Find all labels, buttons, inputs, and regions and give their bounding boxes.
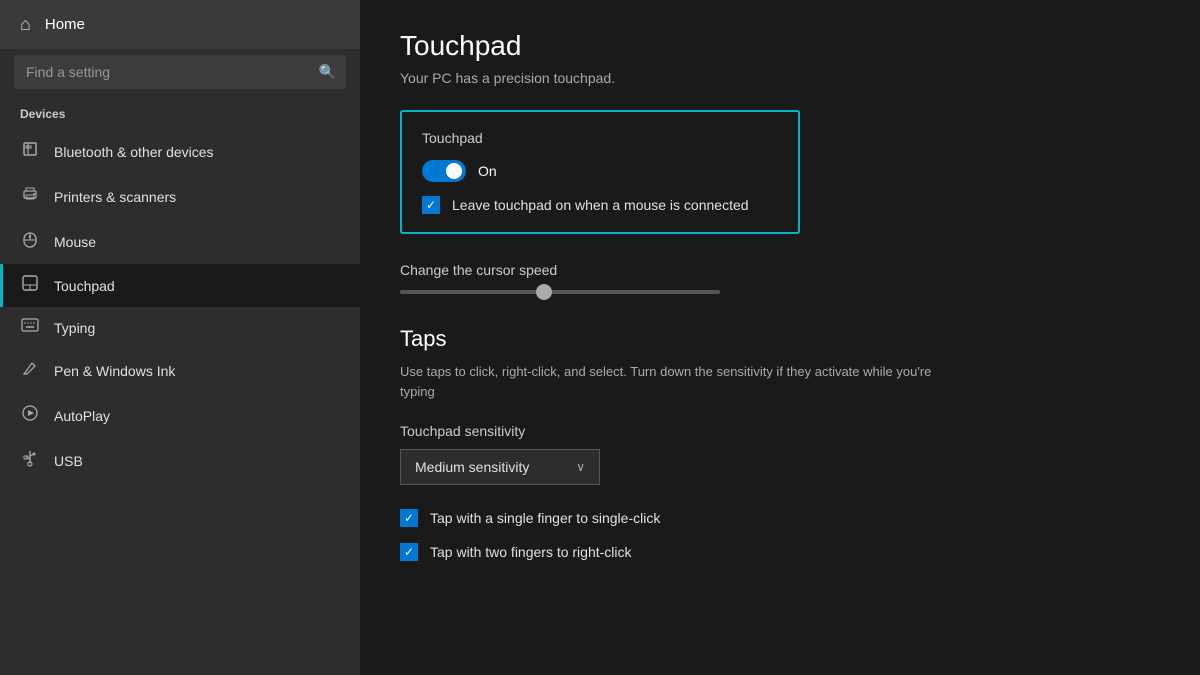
sidebar-item-touchpad-label: Touchpad	[54, 278, 115, 294]
pen-icon	[20, 359, 40, 382]
toggle-label: On	[478, 163, 497, 179]
mouse-icon	[20, 230, 40, 253]
sidebar-item-printers[interactable]: Printers & scanners	[0, 174, 360, 219]
sidebar-item-touchpad[interactable]: Touchpad	[0, 264, 360, 307]
sidebar-item-mouse-label: Mouse	[54, 234, 96, 250]
search-icon: 🔍	[319, 64, 336, 81]
sidebar-item-typing-label: Typing	[54, 320, 95, 336]
sidebar-item-mouse[interactable]: Mouse	[0, 219, 360, 264]
sidebar-item-autoplay-label: AutoPlay	[54, 408, 110, 424]
sidebar-home-label: Home	[45, 16, 85, 33]
tap-single-label: Tap with a single finger to single-click	[430, 510, 660, 526]
typing-icon	[20, 318, 40, 337]
tap-single-row: ✓ Tap with a single finger to single-cli…	[400, 509, 1160, 527]
sidebar-item-pen[interactable]: Pen & Windows Ink	[0, 348, 360, 393]
search-input[interactable]	[14, 55, 346, 89]
touchpad-icon	[20, 275, 40, 296]
touchpad-checkbox-label: Leave touchpad on when a mouse is connec…	[452, 197, 749, 213]
touchpad-card: Touchpad On ✓ Leave touchpad on when a m…	[400, 110, 800, 234]
touchpad-toggle[interactable]	[422, 160, 466, 182]
tap-checkboxes: ✓ Tap with a single finger to single-cli…	[400, 509, 1160, 561]
sidebar-item-bluetooth[interactable]: Bluetooth & other devices	[0, 129, 360, 174]
sidebar-item-usb[interactable]: USB	[0, 438, 360, 483]
usb-icon	[20, 449, 40, 472]
cursor-speed-section: Change the cursor speed	[400, 262, 720, 294]
sidebar-item-usb-label: USB	[54, 453, 83, 469]
touchpad-checkbox-row: ✓ Leave touchpad on when a mouse is conn…	[422, 196, 778, 214]
touchpad-card-title: Touchpad	[422, 130, 778, 146]
dropdown-arrow-icon: ∨	[576, 460, 585, 474]
cursor-speed-slider[interactable]	[400, 290, 720, 294]
tap-single-checkbox[interactable]: ✓	[400, 509, 418, 527]
sidebar: ⌂ Home 🔍 Devices Bluetooth & other devic…	[0, 0, 360, 675]
toggle-row: On	[422, 160, 778, 182]
tap-two-finger-checkbox[interactable]: ✓	[400, 543, 418, 561]
sensitivity-label: Touchpad sensitivity	[400, 423, 1160, 439]
sidebar-item-typing[interactable]: Typing	[0, 307, 360, 348]
slider-fill	[400, 290, 544, 294]
sidebar-item-printers-label: Printers & scanners	[54, 189, 176, 205]
sidebar-item-pen-label: Pen & Windows Ink	[54, 363, 175, 379]
autoplay-icon	[20, 404, 40, 427]
printer-icon	[20, 185, 40, 208]
page-title: Touchpad	[400, 30, 1160, 62]
home-icon: ⌂	[20, 14, 31, 35]
taps-section: Taps Use taps to click, right-click, and…	[400, 326, 1160, 561]
checkmark-icon: ✓	[426, 199, 436, 211]
sensitivity-dropdown[interactable]: Medium sensitivity ∨	[400, 449, 600, 485]
sidebar-section-title: Devices	[0, 103, 360, 129]
taps-title: Taps	[400, 326, 1160, 352]
cursor-speed-label: Change the cursor speed	[400, 262, 720, 278]
taps-description: Use taps to click, right-click, and sele…	[400, 362, 940, 401]
checkmark-icon: ✓	[404, 512, 414, 524]
touchpad-checkbox[interactable]: ✓	[422, 196, 440, 214]
page-subtitle: Your PC has a precision touchpad.	[400, 70, 1160, 86]
slider-thumb[interactable]	[536, 284, 552, 300]
search-box: 🔍	[14, 55, 346, 89]
sidebar-item-bluetooth-label: Bluetooth & other devices	[54, 144, 214, 160]
sensitivity-value: Medium sensitivity	[415, 459, 529, 475]
tap-two-finger-row: ✓ Tap with two fingers to right-click	[400, 543, 1160, 561]
bluetooth-icon	[20, 140, 40, 163]
sidebar-item-autoplay[interactable]: AutoPlay	[0, 393, 360, 438]
sidebar-item-home[interactable]: ⌂ Home	[0, 0, 360, 49]
checkmark-icon: ✓	[404, 546, 414, 558]
main-content: Touchpad Your PC has a precision touchpa…	[360, 0, 1200, 675]
tap-two-finger-label: Tap with two fingers to right-click	[430, 544, 632, 560]
